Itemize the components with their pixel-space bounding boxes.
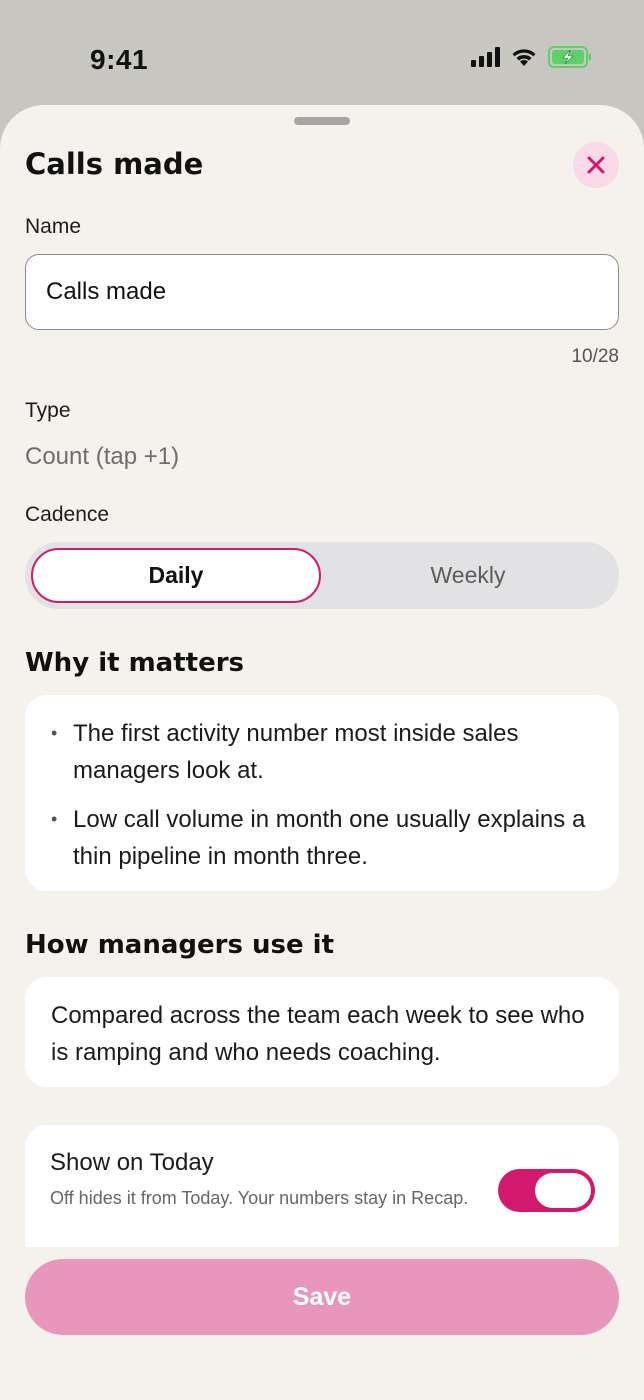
name-input[interactable] [25, 254, 619, 330]
bottom-sheet: Calls made Name 10/28 Type Count (tap +1… [0, 105, 644, 1400]
cadence-segmented-control: Daily Weekly [25, 542, 619, 609]
show-on-today-title: Show on Today [50, 1149, 214, 1176]
show-on-today-card: Show on Today Off hides it from Today. Y… [25, 1125, 619, 1247]
status-bar: 9:41 [0, 0, 644, 110]
status-time: 9:41 [90, 44, 149, 75]
sheet-title: Calls made [25, 147, 204, 181]
save-button[interactable]: Save [25, 1259, 619, 1335]
cadence-option-weekly[interactable]: Weekly [323, 548, 613, 603]
how-managers-use-it-card: Compared across the team each week to se… [25, 977, 619, 1087]
close-icon [587, 156, 605, 174]
cadence-label: Cadence [25, 503, 110, 526]
cadence-option-daily[interactable]: Daily [31, 548, 321, 603]
type-label: Type [25, 399, 71, 422]
battery-charging-icon [548, 46, 591, 68]
close-button[interactable] [573, 142, 619, 188]
name-char-counter: 10/28 [571, 346, 619, 367]
wifi-icon [512, 49, 536, 66]
list-item: Low call volume in month one usually exp… [51, 801, 593, 875]
name-label: Name [25, 215, 82, 238]
how-managers-use-it-heading: How managers use it [25, 930, 334, 960]
type-value: Count (tap +1) [25, 443, 180, 470]
sheet-grabber[interactable] [294, 117, 350, 125]
how-managers-use-it-text: Compared across the team each week to se… [51, 1002, 585, 1066]
why-it-matters-card: The first activity number most inside sa… [25, 695, 619, 891]
show-on-today-toggle[interactable] [498, 1169, 595, 1212]
list-item: The first activity number most inside sa… [51, 715, 593, 789]
show-on-today-subtitle: Off hides it from Today. Your numbers st… [50, 1188, 469, 1208]
signal-icon [471, 47, 500, 67]
why-it-matters-heading: Why it matters [25, 648, 245, 678]
status-icons [471, 46, 592, 68]
toggle-knob [535, 1173, 591, 1208]
